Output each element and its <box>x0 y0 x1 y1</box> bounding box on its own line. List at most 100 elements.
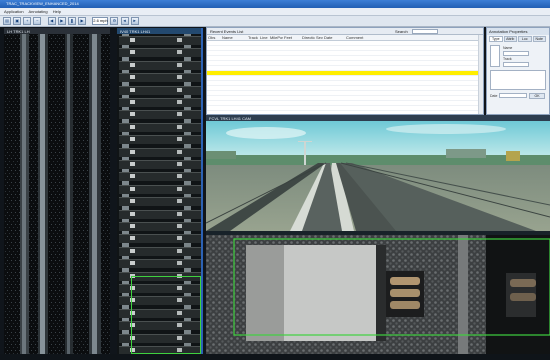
rail-clip <box>177 224 182 228</box>
table-cell <box>221 46 247 50</box>
menu-help[interactable]: Help <box>53 9 61 14</box>
table-cell <box>207 46 221 50</box>
tab-attrib[interactable]: Attrib <box>503 36 517 42</box>
table-title: Recent Events List <box>210 29 244 34</box>
zoom-out-icon[interactable]: − <box>33 17 42 25</box>
table-cell <box>323 86 345 90</box>
forward-icon[interactable]: ▶ <box>78 17 86 25</box>
settings-icon[interactable]: ⚙ <box>110 17 119 25</box>
pause-icon[interactable]: ❚ <box>67 17 76 25</box>
column-header[interactable]: Feet <box>283 35 301 40</box>
rail-clip <box>130 124 135 129</box>
table-cell <box>283 51 301 55</box>
rail-clip <box>130 199 135 204</box>
table-cell <box>301 91 315 95</box>
table-cell <box>221 56 247 60</box>
table-cell <box>269 66 283 70</box>
table-cell <box>283 91 301 95</box>
table-row[interactable] <box>207 106 483 111</box>
table-cell <box>247 51 259 55</box>
play-icon[interactable]: ▶ <box>57 17 66 25</box>
save-icon[interactable]: ▣ <box>13 17 22 25</box>
tab-note[interactable]: Note <box>532 36 546 42</box>
table-cell <box>207 81 221 85</box>
table-cell <box>283 41 301 45</box>
table-cell <box>269 56 283 60</box>
inspection-view[interactable] <box>206 235 550 354</box>
table-cell <box>247 71 259 75</box>
rewind-icon[interactable]: ◀ <box>47 17 56 25</box>
column-header[interactable]: Direction <box>301 35 315 40</box>
column-header[interactable]: Name <box>221 35 247 40</box>
search-input[interactable] <box>412 29 438 34</box>
zoom-in-icon[interactable]: + <box>23 17 32 25</box>
table-cell <box>207 61 221 65</box>
rail-clip <box>130 224 135 228</box>
left-image-strip[interactable]: LH TRK1 LH <box>4 28 110 354</box>
table-scrollbar[interactable] <box>478 35 483 114</box>
date-field[interactable] <box>499 93 527 98</box>
table-cell <box>269 81 283 85</box>
column-header[interactable]: Severity <box>315 35 323 40</box>
table-cell <box>207 66 221 70</box>
table-cell <box>323 61 345 65</box>
rail-clip <box>177 199 182 204</box>
center-image-strip[interactable]: IV40 TRK1 LH41 <box>117 28 203 354</box>
table-cell <box>323 81 345 85</box>
tab-type[interactable]: Type <box>489 36 503 42</box>
column-header[interactable]: Comment <box>345 35 381 40</box>
toolbar: ▤ ▣ + − ◀ ▶ ❚ ▶ 2.6 mph ⚙ ◄ ► <box>0 16 550 27</box>
table-cell <box>345 71 381 75</box>
ok-button[interactable]: OK <box>529 93 545 99</box>
column-header[interactable]: Line <box>259 35 269 40</box>
table-cell <box>207 96 221 100</box>
table-cell <box>283 66 301 70</box>
rail-clip <box>177 261 182 266</box>
column-header[interactable]: Obs <box>207 35 221 40</box>
camera-image <box>206 121 550 231</box>
rail-clip <box>177 112 182 117</box>
open-icon[interactable]: ▤ <box>3 17 11 25</box>
column-header[interactable]: Track <box>247 35 259 40</box>
table-cell <box>283 86 301 90</box>
rail-clip <box>177 100 182 104</box>
track-field[interactable] <box>503 62 529 67</box>
rail-clip <box>177 62 182 67</box>
notes-field[interactable] <box>490 70 546 90</box>
table-cell <box>259 41 269 45</box>
table-cell <box>221 41 247 45</box>
table-cell <box>247 66 259 70</box>
arrow-left-icon[interactable]: ◄ <box>120 17 129 25</box>
table-cell <box>269 106 283 110</box>
menu-annotating[interactable]: Annotating <box>28 9 47 14</box>
properties-panel: Annotation Properties Type Attrib Loc No… <box>486 27 550 115</box>
forward-camera-view[interactable] <box>206 121 550 231</box>
table-cell <box>221 106 247 110</box>
table-cell <box>247 106 259 110</box>
rail-clip <box>130 211 135 216</box>
table-cell <box>315 56 323 60</box>
arrow-right-icon[interactable]: ► <box>130 17 139 25</box>
table-cell <box>323 41 345 45</box>
column-header[interactable]: MilePost <box>269 35 283 40</box>
table-cell <box>345 96 381 100</box>
name-field[interactable] <box>503 51 529 56</box>
tab-loc[interactable]: Loc <box>518 36 532 42</box>
rail-clip <box>130 137 135 142</box>
window-title: TRAC_TRACKVIEW_ENHANCED_2014 <box>6 1 79 6</box>
table-cell <box>283 71 301 75</box>
table-cell <box>283 76 301 80</box>
rail-clip <box>130 38 135 42</box>
menu-application[interactable]: Application <box>4 9 24 14</box>
type-list[interactable] <box>490 45 500 67</box>
table-cell <box>269 101 283 105</box>
column-header[interactable]: Date <box>323 35 345 40</box>
rail-clip <box>177 162 182 166</box>
table-cell <box>259 81 269 85</box>
rail-clip <box>130 112 135 117</box>
table-cell <box>315 91 323 95</box>
table-cell <box>259 51 269 55</box>
table-cell <box>301 41 315 45</box>
table-cell <box>301 66 315 70</box>
rail-clip <box>177 149 182 154</box>
